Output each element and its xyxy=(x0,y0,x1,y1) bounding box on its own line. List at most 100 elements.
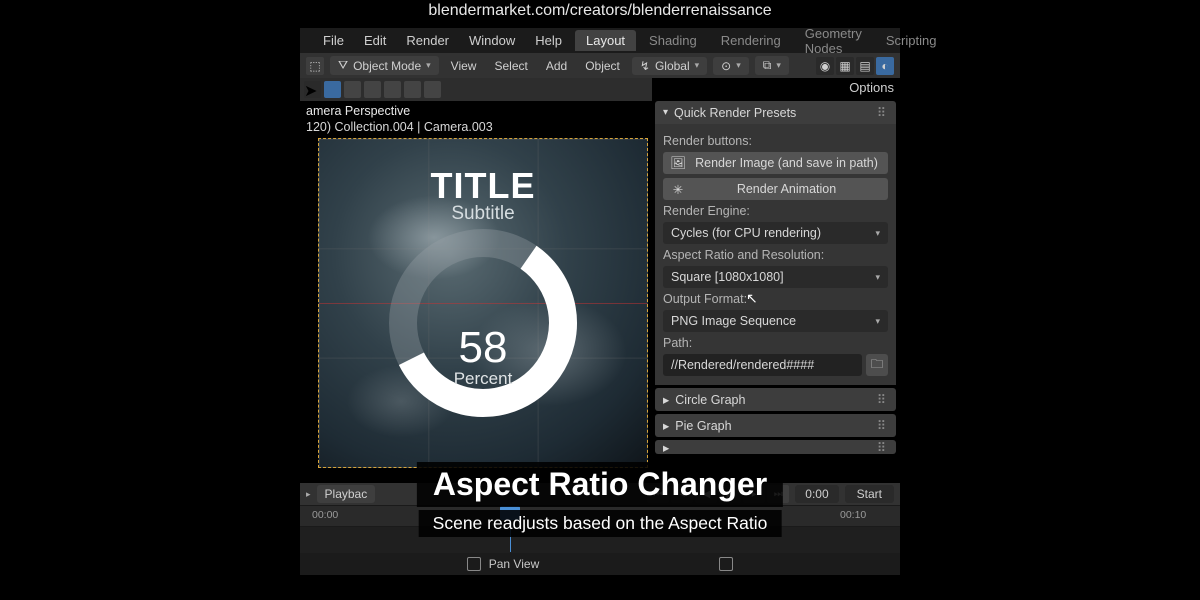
tool-icon[interactable] xyxy=(344,81,361,98)
pie-graph-label: Pie Graph xyxy=(675,419,731,433)
panel-header-circle-graph[interactable]: ▸ Circle Graph ⠿ xyxy=(655,388,896,411)
grip-icon[interactable]: ⠿ xyxy=(877,105,888,120)
cursor-tool-icon[interactable]: ➤ xyxy=(304,81,321,98)
tick-label: 00:10 xyxy=(840,509,866,521)
axes-icon: ↯ xyxy=(640,59,650,73)
mode-label: Object Mode xyxy=(353,59,421,73)
tab-rendering[interactable]: Rendering xyxy=(710,30,792,51)
magnet-icon: ⧉ xyxy=(763,58,772,73)
render-image-button[interactable]: 🖼 Render Image (and save in path) xyxy=(663,152,888,174)
status-bar: Pan View xyxy=(300,553,900,575)
chevron-down-icon: ▾ xyxy=(875,272,880,283)
chart-value: 58 xyxy=(319,323,647,373)
viewport[interactable]: TITLE Subtitle 58 Percent xyxy=(318,138,648,468)
toolbar-add[interactable]: Add xyxy=(540,57,573,75)
playback-label: Playbac xyxy=(325,487,368,501)
render-anim-label: Render Animation xyxy=(693,182,880,196)
grip-icon[interactable]: ⠿ xyxy=(877,418,888,433)
chevron-right-icon: ▸ xyxy=(663,440,669,455)
chevron-right-icon[interactable]: ▸ xyxy=(306,489,311,500)
pivot-dropdown[interactable]: ⊙▾ xyxy=(713,57,749,75)
render-buttons-label: Render buttons: xyxy=(663,134,888,148)
n-panel: ▾ Quick Render Presets ⠿ Render buttons:… xyxy=(655,101,896,454)
menu-render[interactable]: Render xyxy=(397,30,458,51)
render-engine-label: Render Engine: xyxy=(663,204,888,218)
mouse-icon xyxy=(719,557,733,571)
tool-icon[interactable] xyxy=(384,81,401,98)
tick-label: 00:00 xyxy=(312,509,338,521)
menubar: File Edit Render Window Help Layout Shad… xyxy=(300,28,900,53)
grip-icon[interactable]: ⠿ xyxy=(877,392,888,407)
toolbar: ⬚ ⛛ Object Mode ▾ View Select Add Object… xyxy=(300,53,900,78)
tool-icon[interactable] xyxy=(424,81,441,98)
pivot-icon: ⊙ xyxy=(721,59,731,73)
tool-icon[interactable] xyxy=(364,81,381,98)
output-format-label: Output Format: xyxy=(663,292,888,306)
overlay-subtitle: Scene readjusts based on the Aspect Rati… xyxy=(419,510,782,537)
toolbar-select[interactable]: Select xyxy=(488,57,533,75)
chevron-down-icon: ▾ xyxy=(663,107,668,118)
orientation-label: Global xyxy=(655,59,690,73)
panel-header-pie-graph[interactable]: ▸ Pie Graph ⠿ xyxy=(655,414,896,437)
current-frame[interactable]: 0:00 xyxy=(795,485,838,503)
grip-icon[interactable]: ⠿ xyxy=(877,440,888,455)
folder-icon: 🗀 xyxy=(871,355,884,376)
chevron-down-icon: ▾ xyxy=(875,316,880,327)
menu-edit[interactable]: Edit xyxy=(355,30,395,51)
chevron-right-icon: ▸ xyxy=(663,392,669,407)
menu-file[interactable]: File xyxy=(314,30,353,51)
overlay-title: Aspect Ratio Changer xyxy=(417,462,783,507)
person-icon: ⛛ xyxy=(338,58,348,73)
playback-dropdown[interactable]: Playbac xyxy=(317,485,376,503)
chevron-right-icon: ▸ xyxy=(663,418,669,433)
render-engine-select[interactable]: Cycles (for CPU rendering) ▾ xyxy=(663,222,888,244)
chevron-down-icon: ▾ xyxy=(695,60,700,71)
mouse-icon xyxy=(467,557,481,571)
tool-icon[interactable] xyxy=(404,81,421,98)
tool-shelf: ➤ xyxy=(300,78,652,101)
tab-layout[interactable]: Layout xyxy=(575,30,636,51)
select-box-icon[interactable] xyxy=(324,81,341,98)
chart-title: TITLE xyxy=(319,165,647,207)
snap-dropdown[interactable]: ⧉▾ xyxy=(755,56,789,75)
render-image-label: Render Image (and save in path) xyxy=(693,156,880,170)
start-frame-field[interactable]: Start xyxy=(845,485,894,503)
render-animation-button[interactable]: ✳ Render Animation xyxy=(663,178,888,200)
panel-header-collapsed[interactable]: ▸ ⠿ xyxy=(655,440,896,454)
chevron-down-icon: ▾ xyxy=(875,228,880,239)
gizmo-icon[interactable]: ◉ xyxy=(816,57,834,75)
menu-window[interactable]: Window xyxy=(460,30,524,51)
toolbar-object[interactable]: Object xyxy=(579,57,626,75)
panel-title: Quick Render Presets xyxy=(674,106,796,120)
status-pan-label: Pan View xyxy=(489,557,539,571)
output-format-select[interactable]: PNG Image Sequence ▾ xyxy=(663,310,888,332)
url-banner: blendermarket.com/creators/blenderrenais… xyxy=(300,2,900,20)
chevron-down-icon: ▾ xyxy=(426,60,431,71)
panel-header-quick-render[interactable]: ▾ Quick Render Presets ⠿ xyxy=(655,101,896,124)
aspect-ratio-value: Square [1080x1080] xyxy=(671,270,784,284)
perspective-label: amera Perspective xyxy=(306,104,410,118)
options-button[interactable]: Options xyxy=(849,80,894,95)
film-icon: ✳ xyxy=(671,182,685,196)
orientation-dropdown[interactable]: ↯ Global ▾ xyxy=(632,57,707,75)
tab-shading[interactable]: Shading xyxy=(638,30,708,51)
toolbar-view[interactable]: View xyxy=(445,57,483,75)
chart-unit: Percent xyxy=(319,369,647,389)
aspect-ratio-select[interactable]: Square [1080x1080] ▾ xyxy=(663,266,888,288)
render-engine-value: Cycles (for CPU rendering) xyxy=(671,226,821,240)
file-browser-button[interactable]: 🗀 xyxy=(866,354,888,376)
editor-type-icon[interactable]: ⬚ xyxy=(306,57,324,75)
image-icon: 🖼 xyxy=(671,156,685,170)
breadcrumb: 120) Collection.004 | Camera.003 xyxy=(306,120,493,134)
mode-dropdown[interactable]: ⛛ Object Mode ▾ xyxy=(330,56,439,75)
tab-scripting[interactable]: Scripting xyxy=(875,30,948,51)
shading-icon[interactable]: ◐ xyxy=(876,57,894,75)
menu-help[interactable]: Help xyxy=(526,30,571,51)
output-format-value: PNG Image Sequence xyxy=(671,314,796,328)
xray-icon[interactable]: ▤ xyxy=(856,57,874,75)
circle-graph-label: Circle Graph xyxy=(675,393,745,407)
aspect-ratio-label: Aspect Ratio and Resolution: xyxy=(663,248,888,262)
overlay-toggle-icon[interactable]: ▦ xyxy=(836,57,854,75)
path-label: Path: xyxy=(663,336,888,350)
path-input[interactable] xyxy=(663,354,862,376)
